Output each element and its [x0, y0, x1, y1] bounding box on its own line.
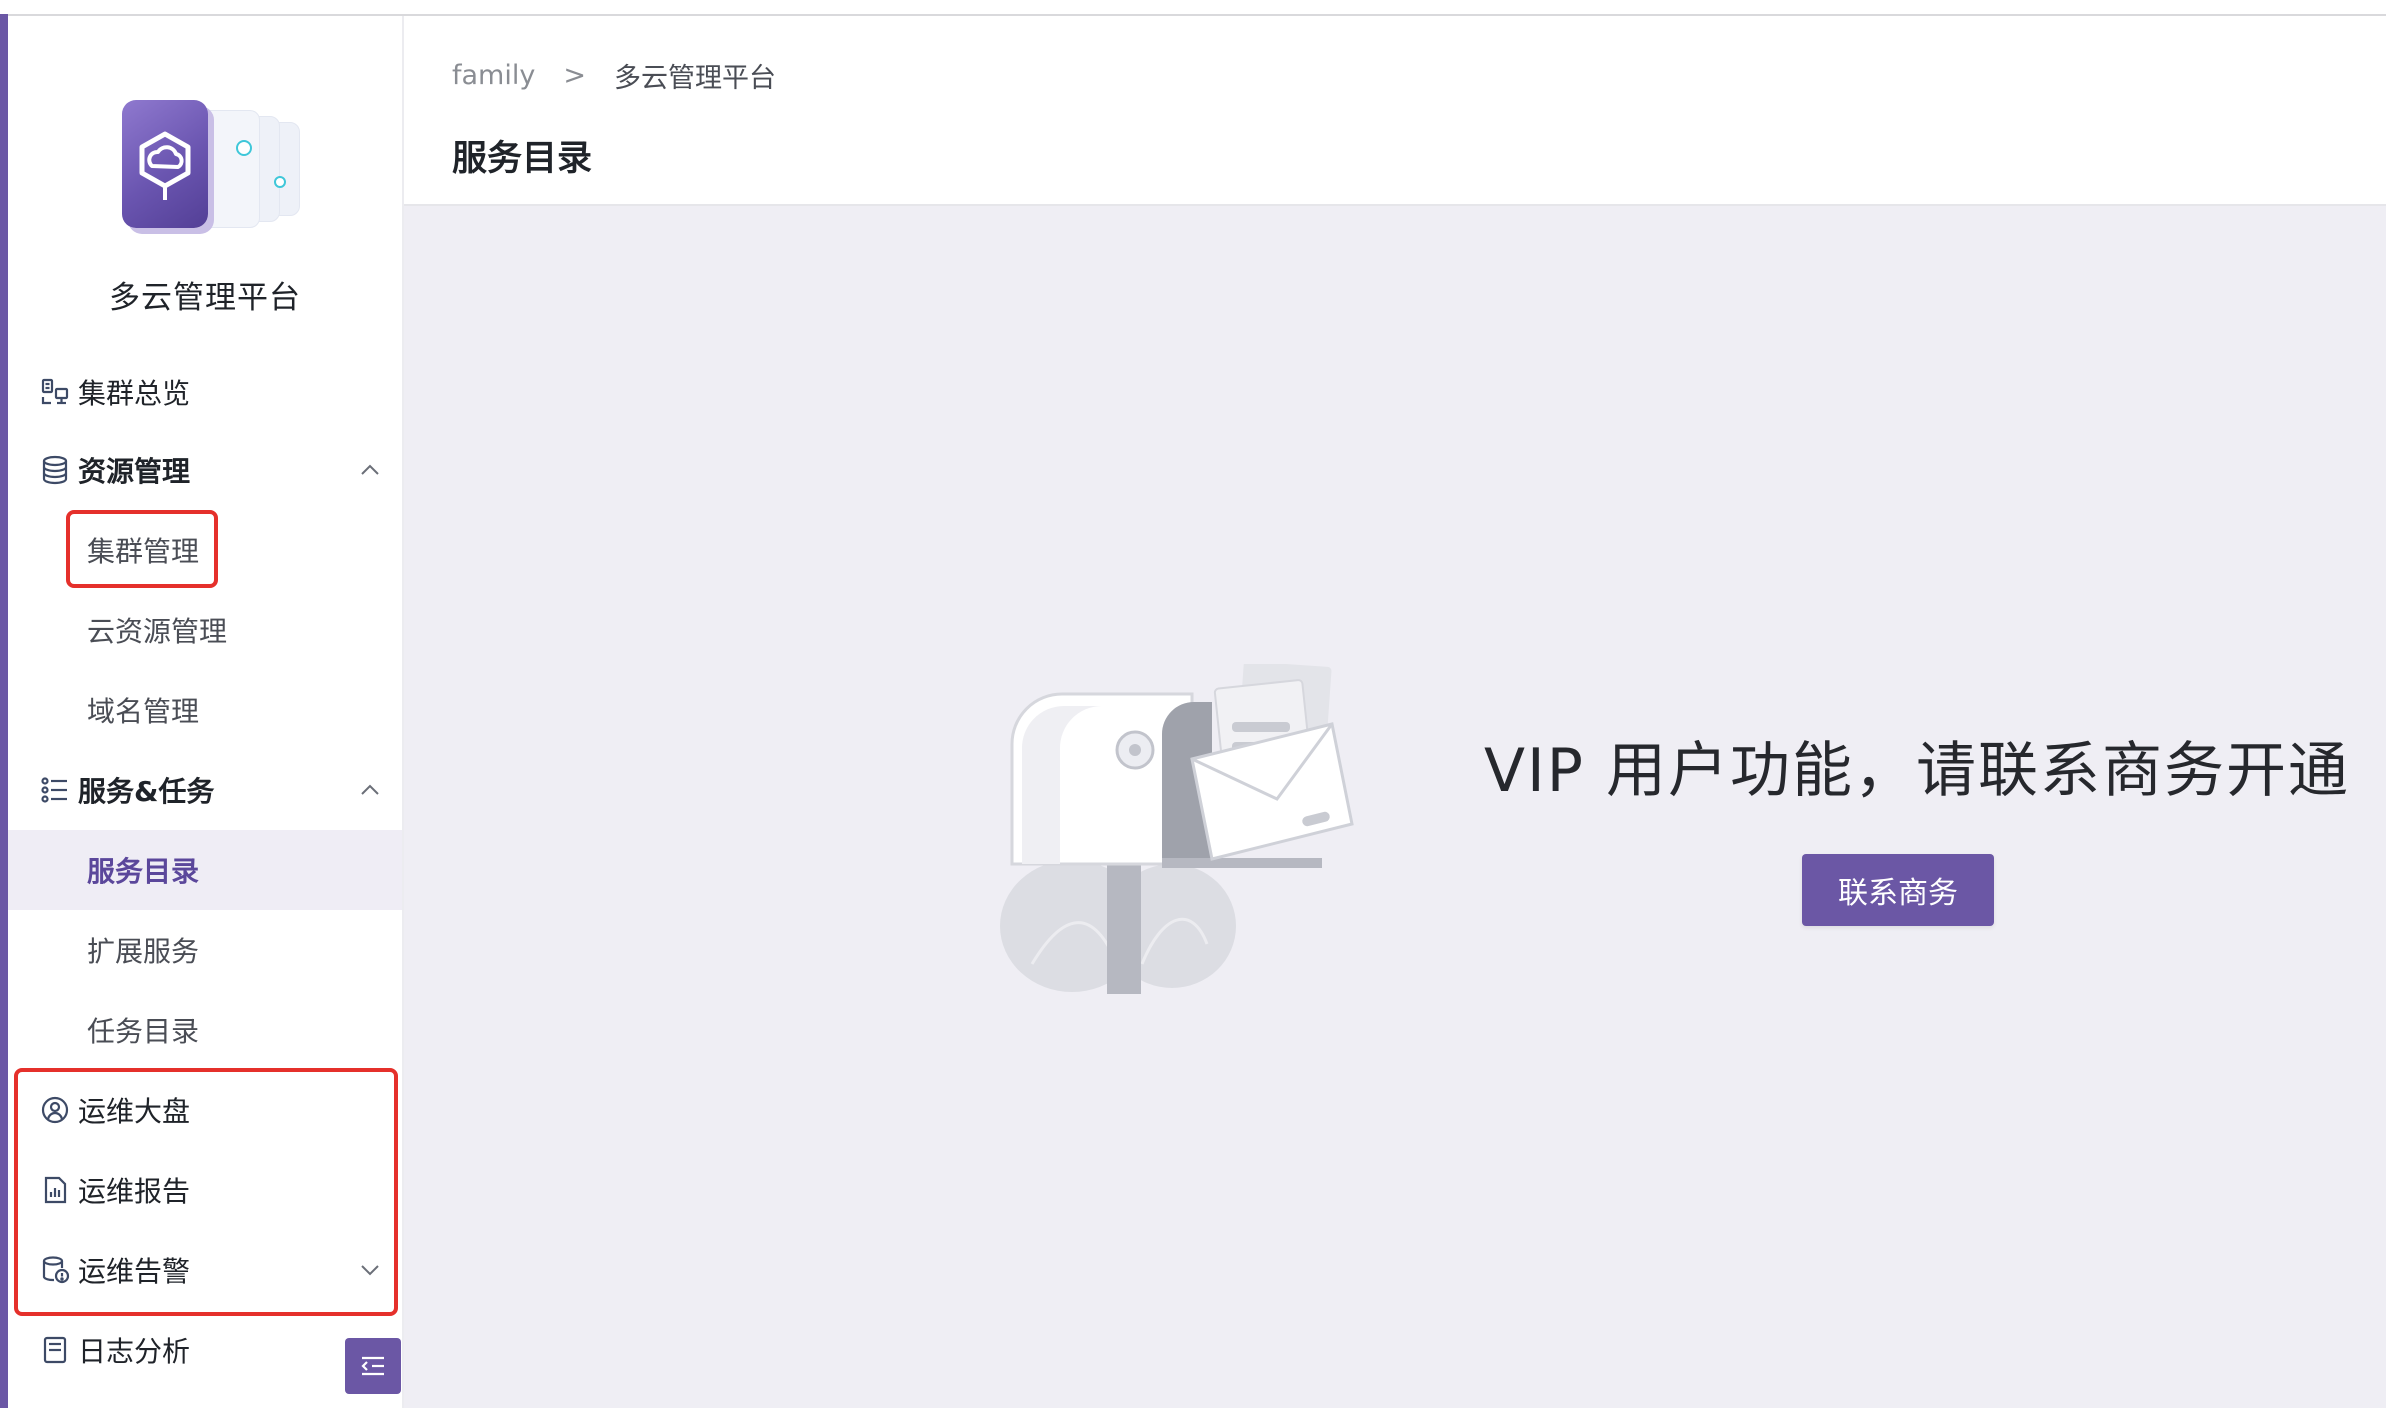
sidebar-item-label: 服务&任务 [78, 775, 215, 808]
sidebar: 多云管理平台 集群总览 资源管理 集群管理 云资源管理 域名管理 服务&任务 服… [8, 16, 404, 1408]
sidebar-item-cluster-overview[interactable]: 集群总览 [8, 352, 402, 432]
breadcrumb-current: 多云管理平台 [613, 63, 776, 94]
sidebar-item-service-catalog[interactable]: 服务目录 [8, 830, 402, 910]
list-icon [38, 773, 72, 807]
sidebar-item-label: 日志分析 [78, 1335, 191, 1368]
mailbox-illustration [1000, 664, 1354, 994]
sidebar-item-extension-services[interactable]: 扩展服务 [8, 910, 402, 990]
sidebar-item-label: 云资源管理 [87, 615, 228, 648]
page-title: 服务目录 [452, 139, 593, 179]
sidebar-item-label: 服务目录 [87, 855, 200, 888]
log-icon [38, 1333, 72, 1367]
breadcrumb-separator: > [563, 60, 586, 91]
window-top-border [0, 0, 2386, 16]
sidebar-item-label: 域名管理 [87, 695, 200, 728]
left-accent-bar [0, 14, 8, 1408]
page-header: family > 多云管理平台 服务目录 [404, 16, 2386, 206]
sidebar-item-label: 扩展服务 [87, 935, 200, 968]
breadcrumb-root[interactable]: family [452, 60, 535, 91]
vip-message: VIP 用户功能，请联系商务开通 [1484, 736, 2350, 806]
highlight-box-ops-section [14, 1068, 398, 1316]
app-brand-name: 多云管理平台 [109, 280, 301, 316]
logo-cube [122, 100, 208, 228]
sidebar-item-label: 集群总览 [78, 377, 191, 410]
chevron-up-icon[interactable] [358, 458, 382, 482]
sidebar-item-label: 资源管理 [78, 455, 191, 488]
sidebar-item-domain-management[interactable]: 域名管理 [8, 670, 402, 750]
sidebar-item-label: 任务目录 [87, 1015, 200, 1048]
contact-sales-button[interactable]: 联系商务 [1802, 854, 1994, 926]
highlight-box-cluster-management [66, 510, 218, 588]
collapse-sidebar-button[interactable] [345, 1338, 401, 1394]
database-icon [38, 453, 72, 487]
chevron-up-icon[interactable] [358, 778, 382, 802]
breadcrumb: family > 多云管理平台 [452, 56, 776, 95]
sidebar-item-log-analysis[interactable]: 日志分析 [8, 1310, 402, 1390]
cluster-overview-icon [38, 375, 72, 409]
collapse-menu-icon [361, 1356, 384, 1376]
sidebar-group-resource-management[interactable]: 资源管理 [8, 430, 402, 510]
app-logo [108, 76, 328, 246]
sidebar-item-task-catalog[interactable]: 任务目录 [8, 990, 402, 1070]
sidebar-item-cloud-resource-management[interactable]: 云资源管理 [8, 590, 402, 670]
sidebar-group-services-tasks[interactable]: 服务&任务 [8, 750, 402, 830]
main-content: VIP 用户功能，请联系商务开通 联系商务 [404, 206, 2386, 1408]
